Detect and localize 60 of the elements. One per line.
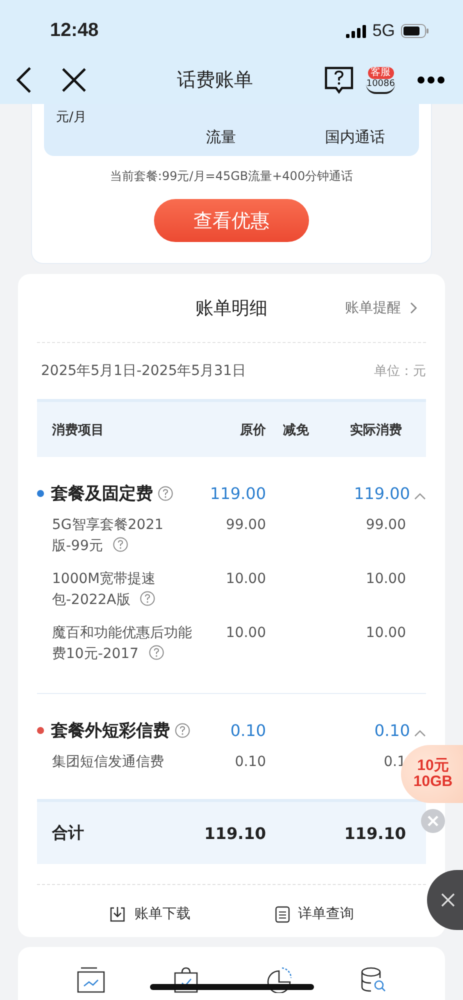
help-icon[interactable]	[140, 591, 156, 606]
close-tab-icon[interactable]	[427, 870, 463, 930]
column-header: 原价	[239, 422, 266, 438]
help-icon[interactable]	[175, 723, 190, 738]
column-header: 消费项目	[51, 422, 105, 438]
billing-period: 2025年5月1日-2025年5月31日	[41, 362, 246, 380]
list-icon	[274, 906, 290, 922]
table-cell: 10.00	[366, 625, 406, 641]
help-icon[interactable]	[158, 486, 173, 501]
table-cell-text: 10.00	[224, 624, 266, 643]
fee-item-name: 5G智享套餐2021版-99元	[52, 517, 164, 554]
stat-label: 国内通话	[324, 126, 386, 146]
back-icon[interactable]	[16, 67, 32, 93]
help-icon[interactable]	[112, 537, 128, 552]
signal-icon	[346, 24, 366, 38]
table-cell: 99.00	[366, 517, 406, 533]
table-cell: 119.00	[354, 484, 410, 503]
table-cell: 10.00	[366, 571, 406, 587]
table-cell-text: 10.00	[224, 570, 266, 589]
chevron-right-icon	[410, 302, 418, 314]
bag-check-icon[interactable]	[172, 967, 199, 993]
bill-reminder-link[interactable]: 账单提醒	[345, 299, 418, 317]
table-cell-text: 119.00	[209, 483, 266, 503]
fee-item-name: 魔百和功能优惠后功能费10元-2017	[52, 625, 192, 662]
network-label: 5G	[372, 21, 395, 41]
table-cell-text: 0.10	[229, 720, 266, 740]
database-search-icon[interactable]	[360, 967, 386, 993]
price-unit: 元/月	[56, 109, 88, 126]
more-icon[interactable]	[417, 76, 445, 84]
download-link[interactable]: 账单下载	[109, 905, 190, 923]
column-header: 实际消费	[349, 422, 403, 438]
collapse-icon[interactable]	[414, 728, 426, 736]
details-link[interactable]: 详单查询	[274, 905, 354, 923]
chart-window-icon[interactable]	[76, 967, 105, 993]
download-icon	[109, 906, 126, 922]
status-time: 12:48	[50, 20, 99, 42]
column-header: 减免	[282, 422, 310, 438]
fee-group-name: 套餐及固定费	[51, 483, 153, 505]
unit-label: 单位：元	[374, 363, 426, 380]
collapse-icon[interactable]	[414, 492, 426, 500]
table-cell-text: 99.00	[224, 516, 266, 535]
help-book-icon[interactable]	[324, 66, 354, 94]
table-cell: 119.10	[204, 824, 266, 842]
current-plan-text: 当前套餐:99元/月=45GB流量+400分钟通话	[108, 168, 354, 185]
section-title: 账单明细	[196, 297, 268, 320]
page-title: 话费账单	[176, 68, 254, 93]
fee-item-name: 1000M宽带提速包-2022A版	[52, 571, 156, 608]
table-cell: 0.10	[374, 721, 410, 740]
table-cell-text: 0.10	[234, 753, 266, 772]
pie-chart-icon[interactable]	[266, 967, 292, 993]
total-label: 合计	[50, 822, 85, 844]
battery-icon	[401, 24, 429, 38]
close-icon[interactable]	[62, 68, 86, 92]
promo-bubble[interactable]: 10元 10GB	[401, 745, 463, 803]
stat-label: 流量	[205, 126, 237, 146]
fee-item-name: 集团短信发通信费	[52, 754, 164, 770]
customer-service-button[interactable]: 客服 10086	[366, 66, 395, 94]
fee-group-name: 套餐外短彩信费	[51, 720, 170, 742]
help-icon[interactable]	[148, 645, 164, 660]
table-cell: 119.10	[344, 824, 406, 842]
